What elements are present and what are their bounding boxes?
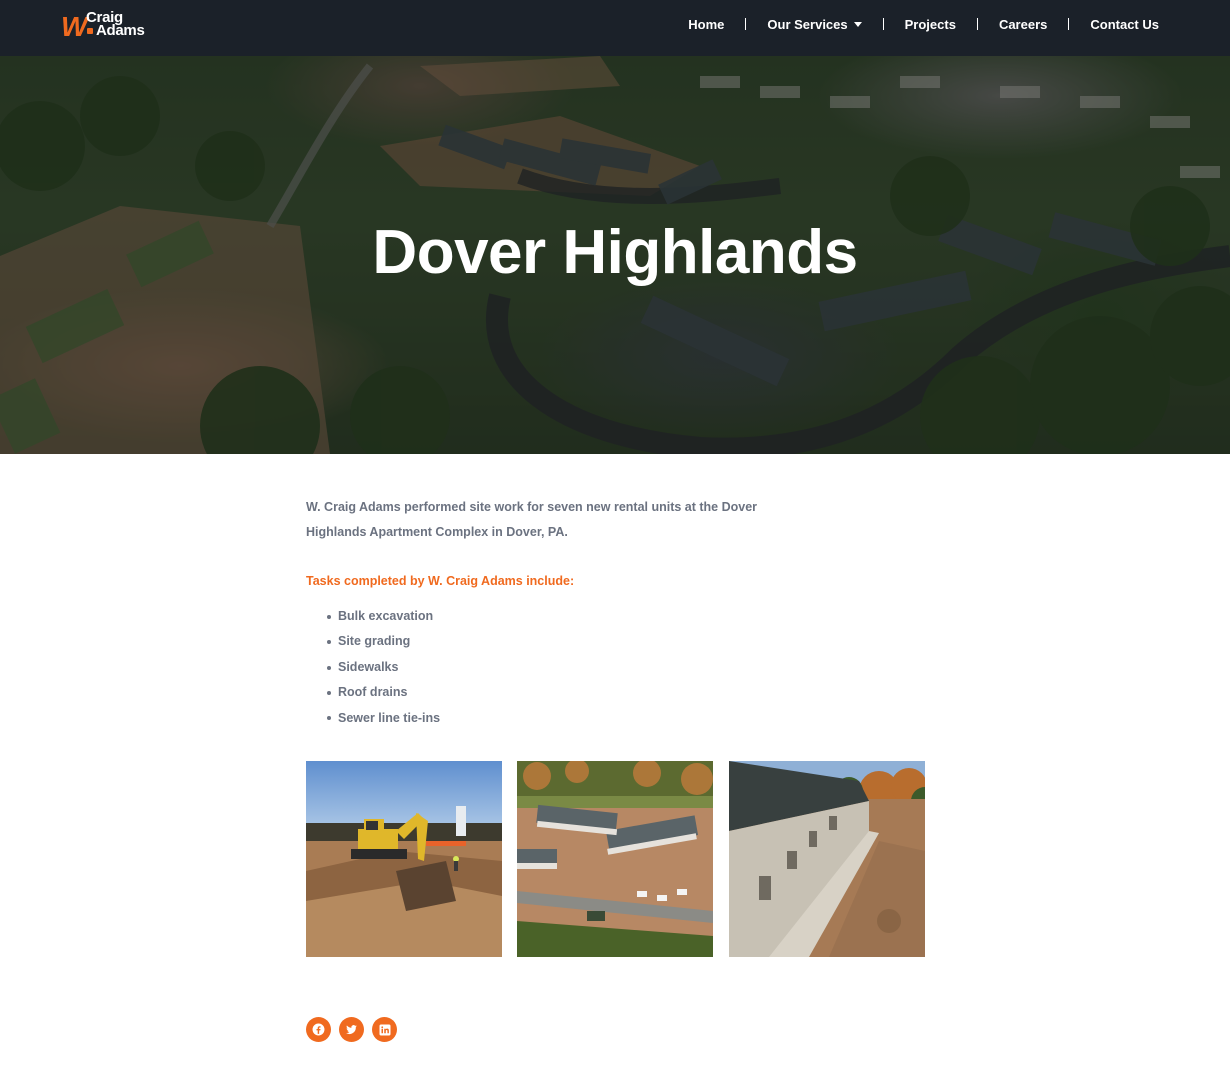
nav-projects[interactable]: Projects — [905, 17, 956, 32]
intro-text: W. Craig Adams performed site work for s… — [306, 500, 758, 539]
list-item: Sewer line tie-ins — [327, 706, 926, 731]
site-header: W Craig Adams Home Our Services Projects… — [0, 0, 1230, 56]
excavator-photo — [306, 761, 502, 957]
tasks-heading: Tasks completed by W. Craig Adams includ… — [306, 574, 575, 588]
bullet-icon — [327, 690, 331, 695]
nav-divider — [1068, 18, 1070, 30]
nav-divider — [745, 18, 747, 30]
aerial-site-photo — [517, 761, 713, 957]
bullet-icon — [327, 614, 331, 619]
task-label: Sewer line tie-ins — [338, 710, 441, 725]
page-title: Dover Highlands — [372, 218, 858, 287]
main-nav: Home Our Services Projects Careers Conta… — [688, 0, 1159, 48]
logo-line2: Adams — [96, 22, 145, 39]
twitter-button[interactable] — [339, 1017, 364, 1042]
social-links — [306, 1017, 405, 1042]
nav-home[interactable]: Home — [688, 17, 724, 32]
logo-mark: W — [61, 11, 87, 42]
hero-banner: Dover Highlands — [0, 56, 1230, 454]
bullet-icon — [327, 716, 331, 721]
task-label: Bulk excavation — [338, 609, 434, 623]
gallery-photo-sidewalk[interactable] — [729, 761, 925, 957]
nav-divider — [976, 18, 978, 30]
facebook-icon — [312, 1023, 325, 1036]
project-description: W. Craig Adams performed site work for s… — [306, 495, 926, 731]
facebook-button[interactable] — [306, 1017, 331, 1042]
task-label: Site grading — [338, 634, 411, 649]
chevron-down-icon — [853, 21, 862, 27]
task-label: Sidewalks — [338, 659, 399, 674]
list-item: Roof drains — [327, 680, 926, 705]
twitter-icon — [346, 1025, 357, 1035]
bullet-icon — [327, 665, 331, 670]
nav-our-services-label: Our Services — [767, 16, 848, 32]
tasks-list: Bulk excavation Site grading Sidewalks R… — [306, 604, 926, 731]
building-sidewalk-photo — [729, 761, 925, 957]
nav-our-services[interactable]: Our Services — [767, 16, 862, 32]
gallery-photo-aerial[interactable] — [517, 761, 713, 957]
photo-gallery — [306, 761, 926, 957]
list-item: Sidewalks — [327, 655, 926, 680]
logo-wordmark: Craig Adams — [85, 10, 165, 39]
task-label: Roof drains — [338, 685, 408, 700]
linkedin-button[interactable] — [372, 1017, 397, 1042]
list-item: Bulk excavation — [327, 604, 926, 629]
bullet-icon — [327, 640, 331, 645]
linkedin-icon — [379, 1024, 390, 1035]
gallery-photo-excavator[interactable] — [306, 761, 502, 957]
nav-careers[interactable]: Careers — [999, 17, 1047, 32]
nav-contact-us[interactable]: Contact Us — [1090, 17, 1159, 32]
nav-divider — [882, 18, 884, 30]
list-item: Site grading — [327, 629, 926, 654]
